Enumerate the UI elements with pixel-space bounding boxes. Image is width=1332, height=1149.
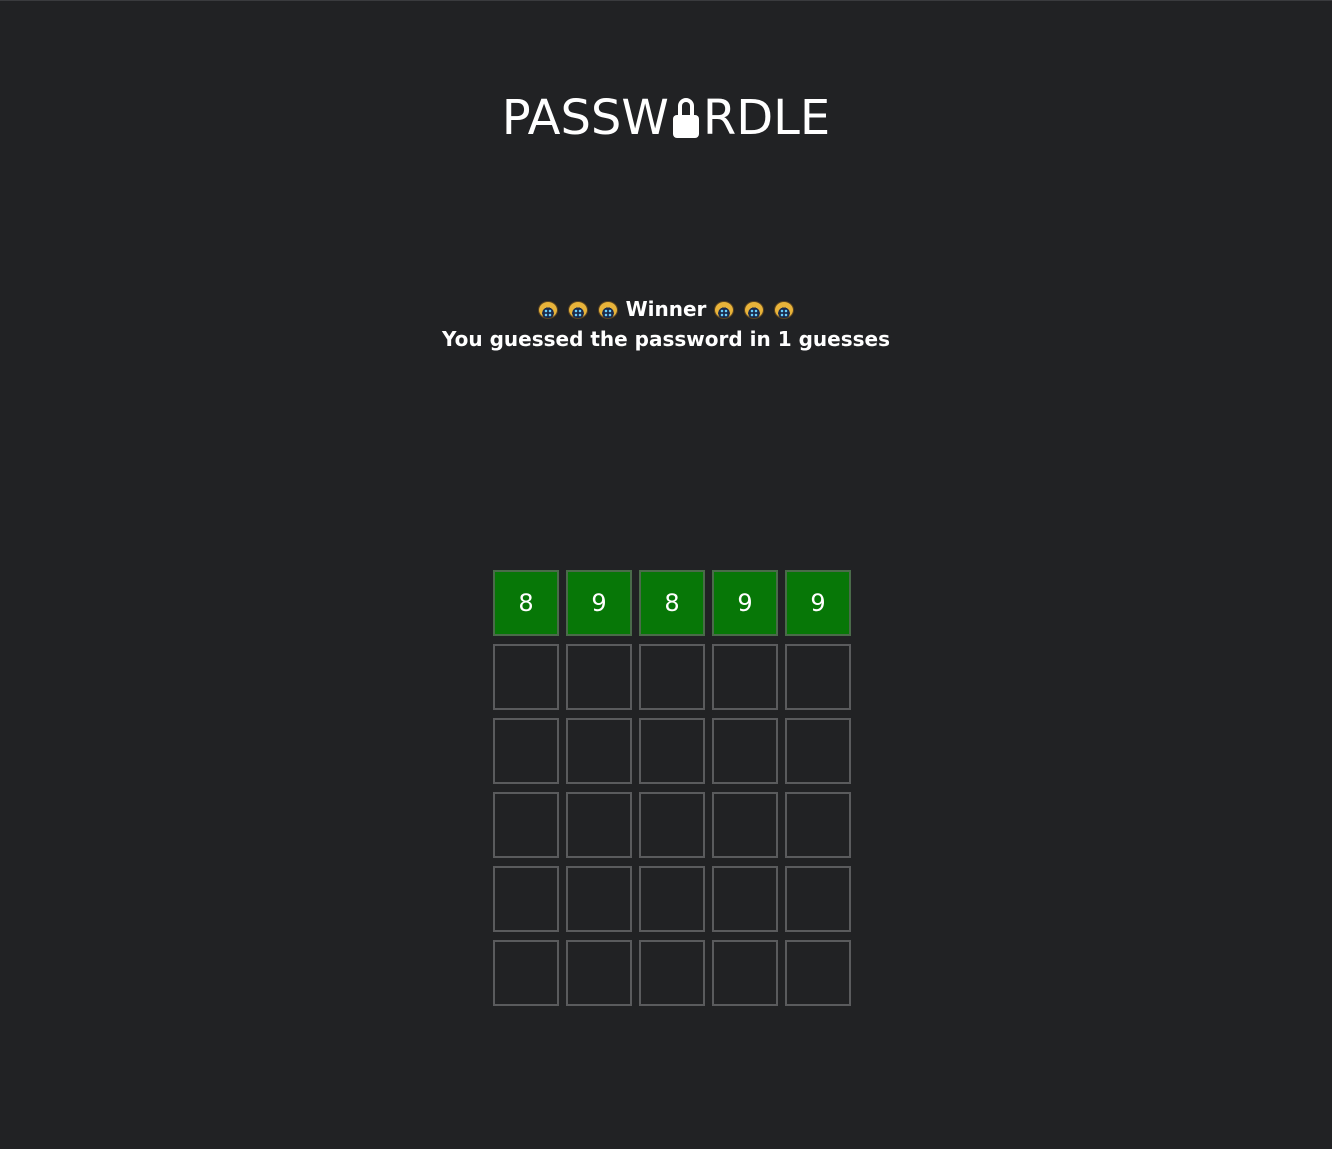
board-cell <box>493 792 559 858</box>
party-ball-icon <box>596 298 620 320</box>
board-cell <box>785 940 851 1006</box>
title-part-right: RDLE <box>702 90 831 146</box>
board-cell: 8 <box>639 570 705 636</box>
board-cell <box>493 644 559 710</box>
party-ball-icon <box>536 298 560 320</box>
result-message: You guessed the password in 1 guesses <box>442 327 890 351</box>
board-cell <box>566 866 632 932</box>
board-cell <box>566 644 632 710</box>
board-cell <box>639 644 705 710</box>
board-cell <box>712 644 778 710</box>
board-cell <box>785 866 851 932</box>
party-ball-icon <box>772 298 796 320</box>
board-cell <box>493 718 559 784</box>
board-cell <box>566 940 632 1006</box>
winner-label: Winner <box>625 297 707 321</box>
board-cell <box>639 718 705 784</box>
board-cell: 9 <box>712 570 778 636</box>
board-cell <box>712 792 778 858</box>
game-status: Winner You guessed the password in 1 gue… <box>0 294 1332 354</box>
board-cell <box>785 792 851 858</box>
board-cell <box>639 792 705 858</box>
board-cell <box>785 644 851 710</box>
board-cell <box>712 866 778 932</box>
board-cell: 8 <box>493 570 559 636</box>
party-ball-icon <box>742 298 766 320</box>
board-cell <box>785 718 851 784</box>
board-cell <box>639 940 705 1006</box>
board-cell <box>566 792 632 858</box>
board-cell <box>712 940 778 1006</box>
party-ball-icon <box>712 298 736 320</box>
board-cell <box>712 718 778 784</box>
lock-icon <box>672 98 699 138</box>
guess-board: 89899 <box>493 570 851 1006</box>
winner-line: Winner <box>0 294 1332 324</box>
app-title: PASSW RDLE <box>0 85 1332 148</box>
party-ball-icon <box>566 298 590 320</box>
board-cell: 9 <box>785 570 851 636</box>
board-cell <box>566 718 632 784</box>
board-cell <box>493 866 559 932</box>
title-part-left: PASSW <box>501 90 669 146</box>
board-cell: 9 <box>566 570 632 636</box>
board-cell <box>639 866 705 932</box>
board-cell <box>493 940 559 1006</box>
